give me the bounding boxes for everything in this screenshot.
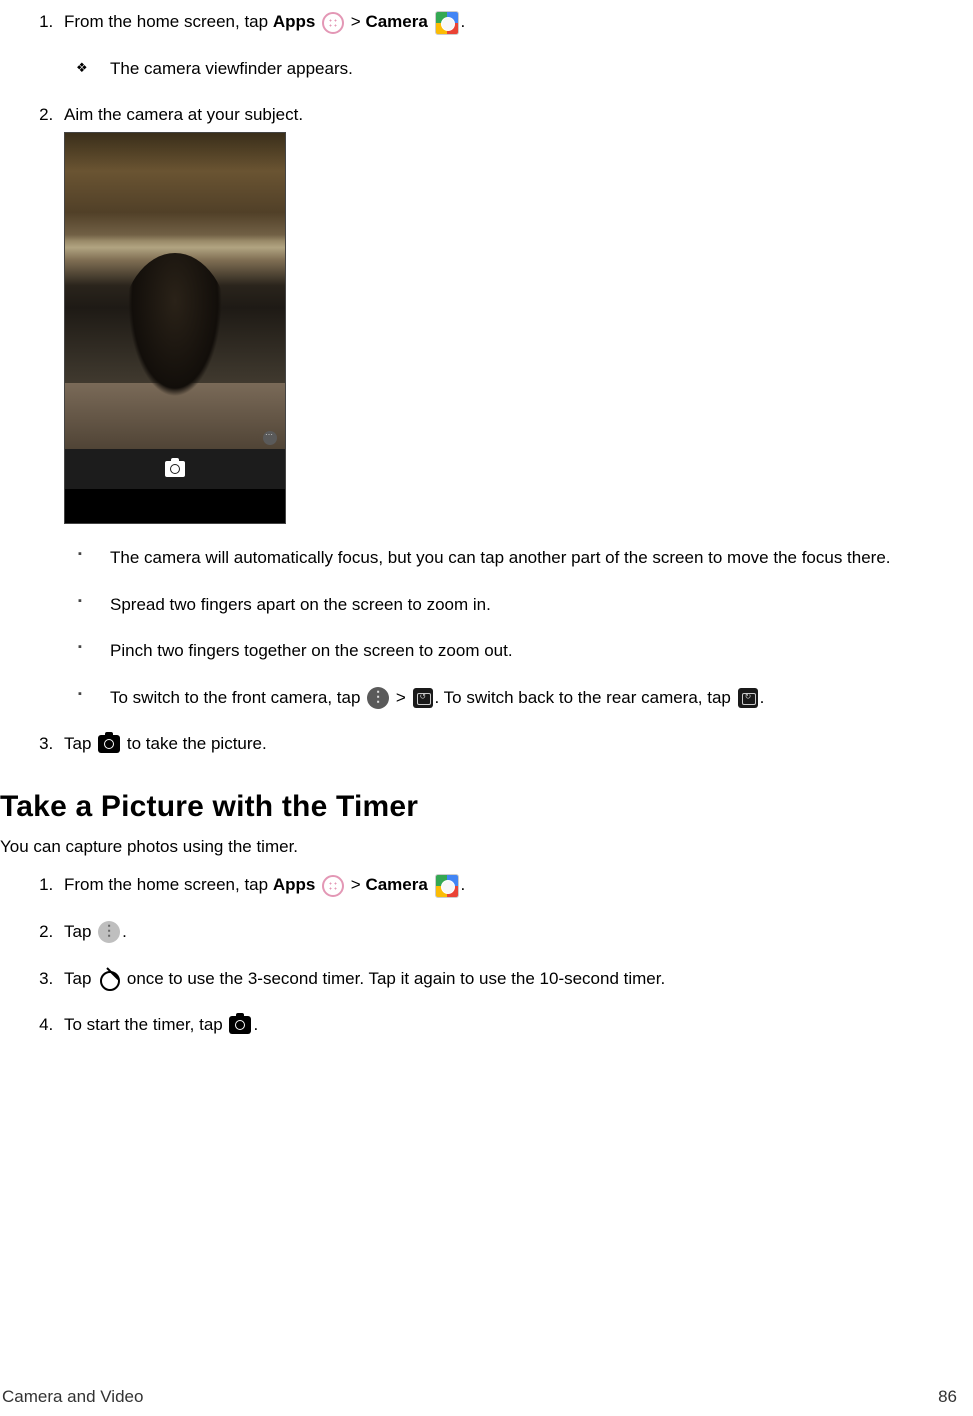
shutter-icon [98,735,120,753]
section-heading-timer: Take a Picture with the Timer [0,785,957,829]
camera-label: Camera [365,875,427,894]
footer-page-number: 86 [938,1385,957,1410]
apps-icon [322,875,344,897]
camera-app-icon [435,874,459,898]
text: Tap [64,734,96,753]
text: to take the picture. [122,734,267,753]
separator: > [346,875,365,894]
timer-step-2: Tap . [58,920,957,945]
viewfinder-screenshot [64,132,286,524]
tip-zoom-in: Spread two fingers apart on the screen t… [100,593,957,618]
timer-step-4: To start the timer, tap . [58,1013,957,1038]
viewfinder-toolbar [65,449,285,489]
result-list: The camera viewfinder appears. [64,57,957,82]
camera-label: Camera [365,12,427,31]
section-lead: You can capture photos using the timer. [0,835,957,860]
switch-to-rear-camera-icon [738,688,758,708]
viewfinder-subject [120,253,230,413]
footer-section-title: Camera and Video [2,1385,143,1410]
text: To switch to the front camera, tap [110,688,365,707]
shutter-icon [229,1016,251,1034]
apps-label: Apps [273,875,316,894]
text: once to use the 3-second timer. Tap it a… [122,969,665,988]
period: . [461,12,466,31]
period: . [122,922,127,941]
text: From the home screen, tap [64,875,273,894]
text: To start the timer, tap [64,1015,227,1034]
viewfinder-shutter-icon [165,461,185,477]
switch-to-front-camera-icon [413,688,433,708]
text: Tap [64,922,96,941]
separator: > [391,688,410,707]
camera-app-icon [435,11,459,35]
timer-off-icon [98,968,120,990]
tip-zoom-out: Pinch two fingers together on the screen… [100,639,957,664]
separator: > [346,12,365,31]
apps-label: Apps [273,12,316,31]
viewfinder-menu-icon [263,431,277,445]
tip-switch-camera: To switch to the front camera, tap > . T… [100,686,957,711]
text: Tap [64,969,96,988]
instruction-list-2: From the home screen, tap Apps > Camera … [0,873,957,1038]
period: . [461,875,466,894]
tips-list: The camera will automatically focus, but… [64,546,957,711]
timer-step-3: Tap once to use the 3-second timer. Tap … [58,967,957,992]
period: . [253,1015,258,1034]
page-footer: Camera and Video 86 [0,1385,957,1410]
step-2: Aim the camera at your subject. The came… [58,103,957,710]
step-1: From the home screen, tap Apps > Camera … [58,10,957,81]
step-3: Tap to take the picture. [58,732,957,757]
period: . [760,688,765,707]
text: Aim the camera at your subject. [64,105,303,124]
viewfinder-navbar [65,489,285,523]
instruction-list-1: From the home screen, tap Apps > Camera … [0,10,957,757]
timer-step-1: From the home screen, tap Apps > Camera … [58,873,957,898]
tip-autofocus: The camera will automatically focus, but… [100,546,957,571]
apps-icon [322,12,344,34]
text: From the home screen, tap [64,12,273,31]
overflow-menu-icon [367,687,389,709]
text: . To switch back to the rear camera, tap [435,688,736,707]
result-item: The camera viewfinder appears. [100,57,957,82]
overflow-menu-light-icon [98,921,120,943]
